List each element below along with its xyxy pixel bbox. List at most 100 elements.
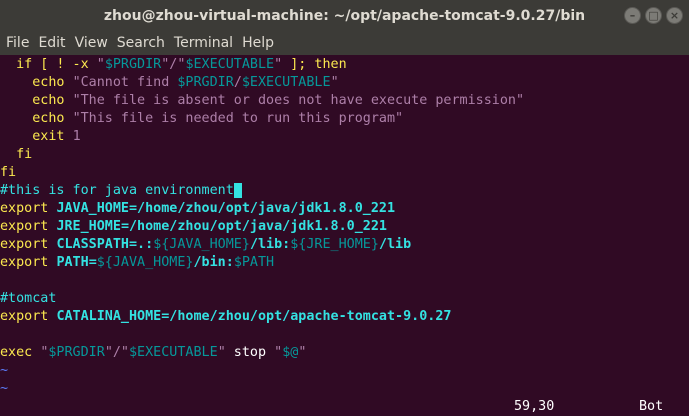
code-token: exec	[0, 345, 41, 360]
code-token: ]; then	[282, 57, 347, 72]
code-line: exit 1	[0, 128, 689, 146]
minimize-button[interactable]: –	[624, 7, 641, 24]
code-token: /bin:	[193, 255, 234, 270]
empty-line-marker: ~	[0, 363, 9, 378]
code-token: "/"	[161, 57, 186, 72]
scroll-position: Bot	[639, 399, 664, 414]
code-line: echo "Cannot find $PRGDIR/$EXECUTABLE"	[0, 74, 689, 92]
code-token: $PATH	[233, 255, 275, 270]
code-token: stop	[225, 345, 275, 360]
code-line: echo "The file is absent or does not hav…	[0, 92, 689, 110]
code-line: export PATH=${JAVA_HOME}/bin:$PATH	[0, 254, 689, 272]
code-token: /lib:	[249, 237, 291, 252]
code-token: "	[274, 345, 283, 360]
code-line: echo "This file is needed to run this pr…	[0, 110, 689, 128]
code-line: fi	[0, 164, 689, 182]
code-token: /	[233, 75, 242, 90]
code-token: "Cannot find	[72, 75, 178, 90]
code-token: =/home/zhou/opt/java/jdk1.8.0_221	[129, 201, 396, 216]
code-token: ${JAVA_HOME}	[96, 255, 194, 270]
code-token: CLASSPATH	[56, 237, 129, 252]
text-cursor	[233, 183, 242, 198]
code-token: $EXECUTABLE	[241, 75, 331, 90]
menu-terminal[interactable]: Terminal	[174, 35, 233, 51]
code-token: export	[0, 237, 57, 252]
code-token: #this is for java environment	[0, 183, 234, 198]
code-token: fi	[16, 147, 33, 162]
code-token: echo	[32, 93, 73, 108]
window-controls: – □ ×	[624, 7, 683, 24]
code-token: =.:	[129, 237, 154, 252]
editor-buffer[interactable]: if [ ! -x "$PRGDIR"/"$EXECUTABLE" ]; the…	[0, 56, 689, 398]
code-token: "	[298, 345, 307, 360]
code-line: export CATALINA_HOME=/home/zhou/opt/apac…	[0, 308, 689, 326]
window-title: zhou@zhou-virtual-machine: ~/opt/apache-…	[103, 7, 586, 24]
code-line: #this is for java environment	[0, 182, 689, 200]
code-token: 1	[72, 129, 81, 144]
code-token: echo	[32, 75, 73, 90]
terminal-content[interactable]: if [ ! -x "$PRGDIR"/"$EXECUTABLE" ]; the…	[0, 55, 689, 416]
code-line: export JAVA_HOME=/home/zhou/opt/java/jdk…	[0, 200, 689, 218]
menu-search[interactable]: Search	[117, 35, 165, 51]
vim-status-line: 59,30 Bot	[0, 398, 689, 416]
code-token: $PRGDIR	[48, 345, 105, 360]
close-button[interactable]: ×	[666, 7, 683, 24]
code-line: ~	[0, 362, 689, 380]
code-token: PATH	[56, 255, 89, 270]
code-line: ~	[0, 380, 689, 398]
menu-file[interactable]: File	[6, 35, 29, 51]
code-token: "/"	[104, 345, 129, 360]
code-token: "	[96, 57, 105, 72]
code-token: =	[88, 255, 97, 270]
code-line: export JRE_HOME=/home/zhou/opt/java/jdk1…	[0, 218, 689, 236]
menu-edit[interactable]: Edit	[38, 35, 65, 51]
code-token: JAVA_HOME	[56, 201, 129, 216]
code-token: JRE_HOME	[56, 219, 121, 234]
code-token: if [ ! -x	[16, 57, 97, 72]
code-token: $EXECUTABLE	[185, 57, 275, 72]
code-token: =/home/zhou/opt/java/jdk1.8.0_221	[120, 219, 387, 234]
code-token: $PRGDIR	[177, 75, 234, 90]
code-token: "This file is needed to run this program…	[72, 111, 404, 126]
terminal-window: zhou@zhou-virtual-machine: ~/opt/apache-…	[0, 0, 689, 416]
cursor-position: 59,30	[514, 399, 555, 414]
code-line: export CLASSPATH=.:${JAVA_HOME}/lib:${JR…	[0, 236, 689, 254]
menu-help[interactable]: Help	[242, 35, 274, 51]
code-token: fi	[0, 165, 17, 180]
code-token: "The file is absent or does not have exe…	[72, 93, 525, 108]
code-token: #tomcat	[0, 291, 57, 306]
code-token: $@	[282, 345, 299, 360]
maximize-button[interactable]: □	[645, 7, 662, 24]
code-token: export	[0, 255, 57, 270]
code-token: CATALINA_HOME	[56, 309, 162, 324]
code-line: exec "$PRGDIR"/"$EXECUTABLE" stop "$@"	[0, 344, 689, 362]
menu-view[interactable]: View	[75, 35, 108, 51]
code-line: fi	[0, 146, 689, 164]
code-token: $PRGDIR	[104, 57, 162, 72]
code-line: #tomcat	[0, 290, 689, 308]
menu-bar: File Edit View Search Terminal Help	[0, 31, 689, 55]
code-token: export	[0, 219, 57, 234]
code-token: exit	[32, 129, 73, 144]
code-token: export	[0, 201, 57, 216]
code-token: $EXECUTABLE	[129, 345, 218, 360]
code-token: /lib	[378, 237, 412, 252]
code-token: ${JAVA_HOME}	[153, 237, 250, 252]
code-token: "	[330, 75, 339, 90]
code-token: echo	[32, 111, 73, 126]
code-line: if [ ! -x "$PRGDIR"/"$EXECUTABLE" ]; the…	[0, 56, 689, 74]
code-token: export	[0, 309, 57, 324]
title-bar[interactable]: zhou@zhou-virtual-machine: ~/opt/apache-…	[0, 0, 689, 31]
code-token: "	[217, 345, 226, 360]
code-token: =/home/zhou/opt/apache-tomcat-9.0.27	[161, 309, 452, 324]
code-token: ${JRE_HOME}	[290, 237, 379, 252]
empty-line-marker: ~	[0, 381, 9, 396]
